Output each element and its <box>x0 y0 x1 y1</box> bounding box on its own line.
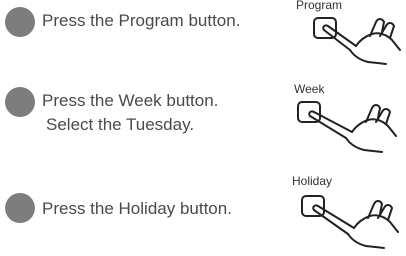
step-bullet-icon <box>5 87 35 117</box>
finger-press-button-icon <box>313 17 401 65</box>
week-button-illustration: Week <box>290 82 406 160</box>
instruction-step-1: Press the Program button. <box>0 0 290 50</box>
finger-press-button-icon <box>297 101 397 153</box>
instruction-step-2: Press the Week button. Select the Tuesda… <box>0 80 290 140</box>
step-text-line1: Press the Holiday button. <box>42 199 232 218</box>
step-text-line1: Press the Program button. <box>42 11 241 30</box>
step-text: Press the Program button. <box>42 9 240 33</box>
holiday-button-illustration: Holiday <box>290 174 406 256</box>
step-text: Press the Week button. Select the Tuesda… <box>42 89 218 137</box>
finger-press-button-icon <box>301 195 399 249</box>
program-button-illustration: Program <box>290 0 406 72</box>
step-text-line2: Select the Tuesday. <box>46 115 195 134</box>
step-text: Press the Holiday button. <box>42 197 232 221</box>
instruction-step-3: Press the Holiday button. <box>0 185 290 235</box>
step-bullet-icon <box>5 193 35 223</box>
step-text-line1: Press the Week button. <box>42 91 219 110</box>
step-bullet-icon <box>5 7 35 37</box>
